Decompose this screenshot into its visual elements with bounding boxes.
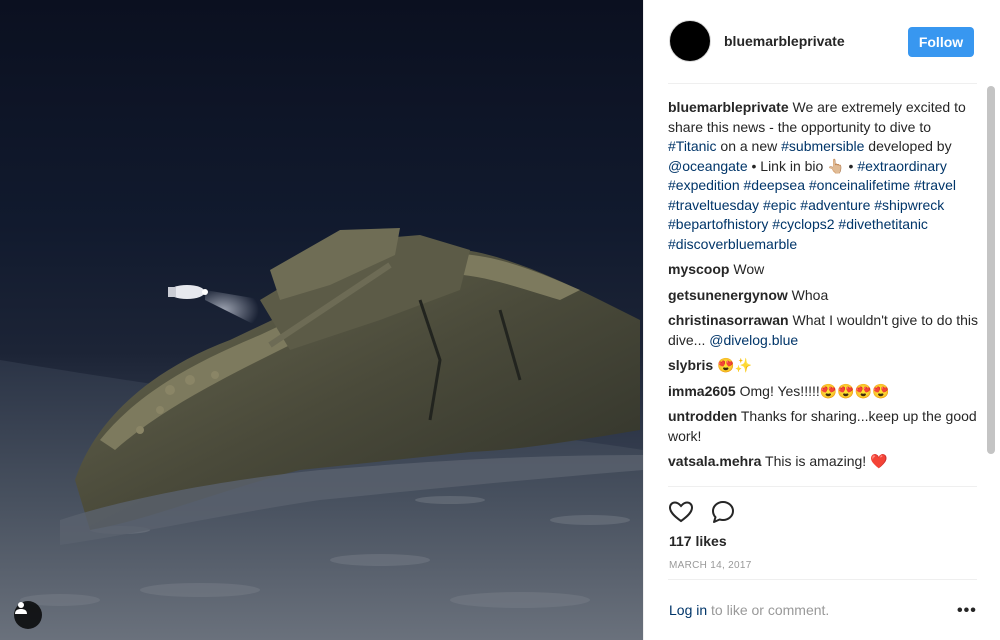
post-photo[interactable] — [0, 0, 643, 640]
caption-text: developed by — [864, 138, 952, 154]
comment-username[interactable]: slybris — [668, 357, 713, 373]
comment-username[interactable]: christinasorrawan — [668, 312, 789, 328]
comment-item: untrodden Thanks for sharing...keep up t… — [668, 407, 980, 446]
heart-outline-icon — [668, 501, 694, 523]
hashtag-link[interactable]: #submersible — [781, 138, 864, 154]
mention-link[interactable]: @oceangate — [668, 158, 748, 174]
comment-item: christinasorrawan What I wouldn't give t… — [668, 311, 980, 350]
caption-username[interactable]: bluemarbleprivate — [668, 99, 789, 115]
comment-text: Wow — [729, 261, 765, 277]
mention-link[interactable]: @divelog.blue — [709, 332, 798, 348]
ellipsis-icon[interactable]: ••• — [957, 602, 977, 620]
comment-username[interactable]: untrodden — [668, 408, 737, 424]
like-button[interactable] — [668, 499, 694, 525]
login-link[interactable]: Log in — [669, 602, 707, 618]
user-tag-button[interactable] — [14, 601, 42, 629]
caption-text: on a new — [716, 138, 782, 154]
comment-button[interactable] — [710, 499, 736, 525]
comment-text: Omg! Yes!!!!!😍😍😍😍 — [735, 382, 890, 399]
post-footer: Log in to like or comment. ••• — [668, 579, 977, 640]
comment-username[interactable]: vatsala.mehra — [668, 453, 761, 469]
comment-item: vatsala.mehra This is amazing! ❤️ — [668, 452, 980, 472]
hashtag-link[interactable]: #Titanic — [668, 138, 717, 154]
comment-item: imma2605 Omg! Yes!!!!!😍😍😍😍 — [668, 382, 980, 402]
person-icon — [15, 602, 27, 614]
likes-count[interactable]: 117 likes — [669, 533, 727, 549]
comment-username[interactable]: getsunenergynow — [668, 287, 788, 303]
post-caption: bluemarbleprivate We are extremely excit… — [668, 98, 980, 254]
comment-username[interactable]: myscoop — [668, 261, 729, 277]
post-actions: 117 likes MARCH 14, 2017 — [668, 486, 977, 576]
comment-username[interactable]: imma2605 — [668, 383, 736, 399]
post-side-panel: bluemarbleprivate Follow bluemarblepriva… — [643, 0, 1000, 640]
login-prompt-text: to like or comment. — [707, 602, 830, 618]
avatar[interactable] — [669, 20, 711, 62]
header-username[interactable]: bluemarbleprivate — [724, 33, 845, 49]
follow-button[interactable]: Follow — [908, 27, 974, 57]
caption-text: • Link in bio 👆🏼 • — [747, 157, 858, 174]
speech-bubble-icon — [712, 501, 734, 523]
post-header: bluemarbleprivate Follow — [668, 0, 977, 84]
comment-text: This is amazing! ❤️ — [761, 453, 888, 469]
comments-scrollbar[interactable] — [987, 86, 995, 454]
titanic-wreck-image — [0, 228, 643, 640]
comment-item: getsunenergynow Whoa — [668, 286, 980, 306]
comment-item: myscoop Wow — [668, 260, 980, 280]
comment-text: Whoa — [787, 286, 829, 303]
login-prompt: Log in to like or comment. — [669, 602, 829, 618]
comment-item: slybris 😍✨ — [668, 356, 980, 376]
comment-text: 😍✨ — [713, 357, 752, 373]
comments-list[interactable]: bluemarbleprivate We are extremely excit… — [668, 84, 980, 486]
post-date: MARCH 14, 2017 — [669, 560, 752, 571]
